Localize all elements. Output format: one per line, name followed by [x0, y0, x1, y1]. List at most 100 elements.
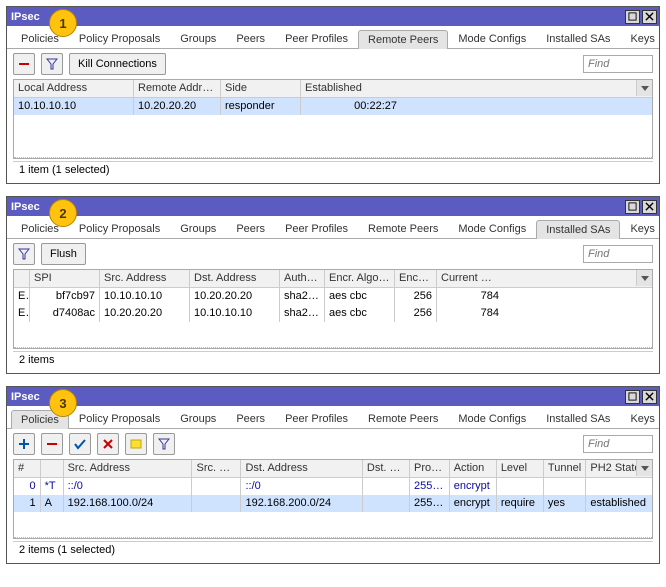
tab-groups[interactable]: Groups: [170, 409, 226, 428]
tab-installed-sas[interactable]: Installed SAs: [536, 409, 620, 428]
remove-button[interactable]: [13, 53, 35, 75]
col-dst[interactable]: Dst. Address: [190, 270, 280, 287]
col-current[interactable]: Current B…: [437, 270, 503, 287]
col-level[interactable]: Level: [497, 460, 544, 477]
cell-established: 00:22:27: [301, 98, 401, 115]
cell-ph2: [586, 478, 652, 495]
tab-keys[interactable]: Keys: [620, 219, 664, 238]
close-icon[interactable]: [642, 10, 657, 24]
col-flag[interactable]: [14, 270, 30, 287]
col-remote-address[interactable]: Remote Address /: [134, 80, 221, 97]
col-encalg[interactable]: Encr. Algor…: [325, 270, 395, 287]
window-title: IPsec: [11, 11, 40, 23]
tab-installed-sas[interactable]: Installed SAs: [536, 220, 620, 239]
table-row[interactable]: 0 *T ::/0 ::/0 255 (… encrypt: [14, 478, 652, 495]
cell-remote: 10.20.20.20: [134, 98, 221, 115]
filter-button[interactable]: [13, 243, 35, 265]
col-dport[interactable]: Dst. Port: [363, 460, 410, 477]
tab-groups[interactable]: Groups: [170, 219, 226, 238]
tab-keys[interactable]: Keys: [620, 409, 664, 428]
tab-mode-configs[interactable]: Mode Configs: [448, 29, 536, 48]
tab-policy-proposals[interactable]: Policy Proposals: [69, 29, 170, 48]
cell-tunnel: yes: [544, 495, 586, 512]
cell-level: [497, 478, 544, 495]
tab-installed-sas[interactable]: Installed SAs: [536, 29, 620, 48]
col-num[interactable]: #: [14, 460, 41, 477]
cell-dport: [363, 478, 410, 495]
tab-remote-peers[interactable]: Remote Peers: [358, 409, 448, 428]
ipsec-window-3: 3 IPsec Policies Policy Proposals Groups…: [6, 386, 660, 564]
tab-peer-profiles[interactable]: Peer Profiles: [275, 219, 358, 238]
close-icon[interactable]: [642, 390, 657, 404]
cell-flag: A: [41, 495, 64, 512]
cell-proto: 255 (…: [410, 478, 450, 495]
table-row[interactable]: 10.10.10.10 10.20.20.20 responder 00:22:…: [14, 98, 652, 115]
col-spi[interactable]: SPI: [30, 270, 100, 287]
col-tunnel[interactable]: Tunnel: [544, 460, 586, 477]
status-bar: 2 items (1 selected): [13, 541, 653, 559]
disable-button[interactable]: [97, 433, 119, 455]
col-auth[interactable]: Auth…: [280, 270, 325, 287]
tab-bar: Policies Policy Proposals Groups Peers P…: [7, 216, 659, 239]
tab-peers[interactable]: Peers: [226, 409, 275, 428]
cell-current: 784: [437, 288, 503, 305]
comment-button[interactable]: [125, 433, 147, 455]
enable-button[interactable]: [69, 433, 91, 455]
table-row[interactable]: E d7408ac 10.20.20.20 10.10.10.10 sha256…: [14, 305, 652, 322]
cell-flag: E: [14, 288, 30, 305]
remote-peers-table: Local Address Remote Address / Side Esta…: [13, 79, 653, 159]
col-sport[interactable]: Src. Port: [192, 460, 241, 477]
tab-peer-profiles[interactable]: Peer Profiles: [275, 409, 358, 428]
tab-mode-configs[interactable]: Mode Configs: [448, 219, 536, 238]
col-src[interactable]: Src. Address: [100, 270, 190, 287]
close-icon[interactable]: [642, 200, 657, 214]
scroll-indicator-icon[interactable]: [636, 80, 652, 96]
tab-peer-profiles[interactable]: Peer Profiles: [275, 29, 358, 48]
tab-policy-proposals[interactable]: Policy Proposals: [69, 219, 170, 238]
table-row[interactable]: 1 A 192.168.100.0/24 192.168.200.0/24 25…: [14, 495, 652, 512]
col-enc[interactable]: Encr…: [395, 270, 437, 287]
col-dst[interactable]: Dst. Address: [241, 460, 362, 477]
cell-proto: 255 (…: [410, 495, 450, 512]
add-button[interactable]: [13, 433, 35, 455]
flush-button[interactable]: Flush: [41, 243, 86, 265]
table-row[interactable]: E bf7cb97 10.10.10.10 10.20.20.20 sha256…: [14, 288, 652, 305]
tab-remote-peers[interactable]: Remote Peers: [358, 219, 448, 238]
ipsec-window-2: 2 IPsec Policies Policy Proposals Groups…: [6, 196, 660, 374]
tab-bar: Policies Policy Proposals Groups Peers P…: [7, 406, 659, 429]
col-local-address[interactable]: Local Address: [14, 80, 134, 97]
tab-bar: Policies Policy Proposals Groups Peers P…: [7, 26, 659, 49]
cell-sport: [192, 495, 241, 512]
remove-button[interactable]: [41, 433, 63, 455]
minimize-icon[interactable]: [625, 200, 640, 214]
tab-policy-proposals[interactable]: Policy Proposals: [69, 409, 170, 428]
minimize-icon[interactable]: [625, 10, 640, 24]
filter-button[interactable]: [41, 53, 63, 75]
marker-badge: 2: [49, 199, 77, 227]
find-input[interactable]: [583, 435, 653, 453]
col-src[interactable]: Src. Address: [64, 460, 193, 477]
marker-badge: 1: [49, 9, 77, 37]
tab-remote-peers[interactable]: Remote Peers: [358, 30, 448, 49]
col-proto[interactable]: Proto…: [410, 460, 450, 477]
find-input[interactable]: [583, 245, 653, 263]
scroll-indicator-icon[interactable]: [636, 460, 652, 476]
tab-keys[interactable]: Keys: [620, 29, 664, 48]
cell-dst: 10.10.10.10: [190, 305, 280, 322]
tab-peers[interactable]: Peers: [226, 219, 275, 238]
cell-src: ::/0: [64, 478, 193, 495]
tab-peers[interactable]: Peers: [226, 29, 275, 48]
filter-button[interactable]: [153, 433, 175, 455]
col-flag[interactable]: [41, 460, 64, 477]
tab-groups[interactable]: Groups: [170, 29, 226, 48]
scroll-indicator-icon[interactable]: [636, 270, 652, 286]
minimize-icon[interactable]: [625, 390, 640, 404]
col-established[interactable]: Established: [301, 80, 401, 97]
kill-connections-button[interactable]: Kill Connections: [69, 53, 166, 75]
col-action[interactable]: Action: [450, 460, 497, 477]
tab-mode-configs[interactable]: Mode Configs: [448, 409, 536, 428]
find-input[interactable]: [583, 55, 653, 73]
cell-tunnel: [544, 478, 586, 495]
cell-ph2: established: [586, 495, 652, 512]
col-side[interactable]: Side: [221, 80, 301, 97]
